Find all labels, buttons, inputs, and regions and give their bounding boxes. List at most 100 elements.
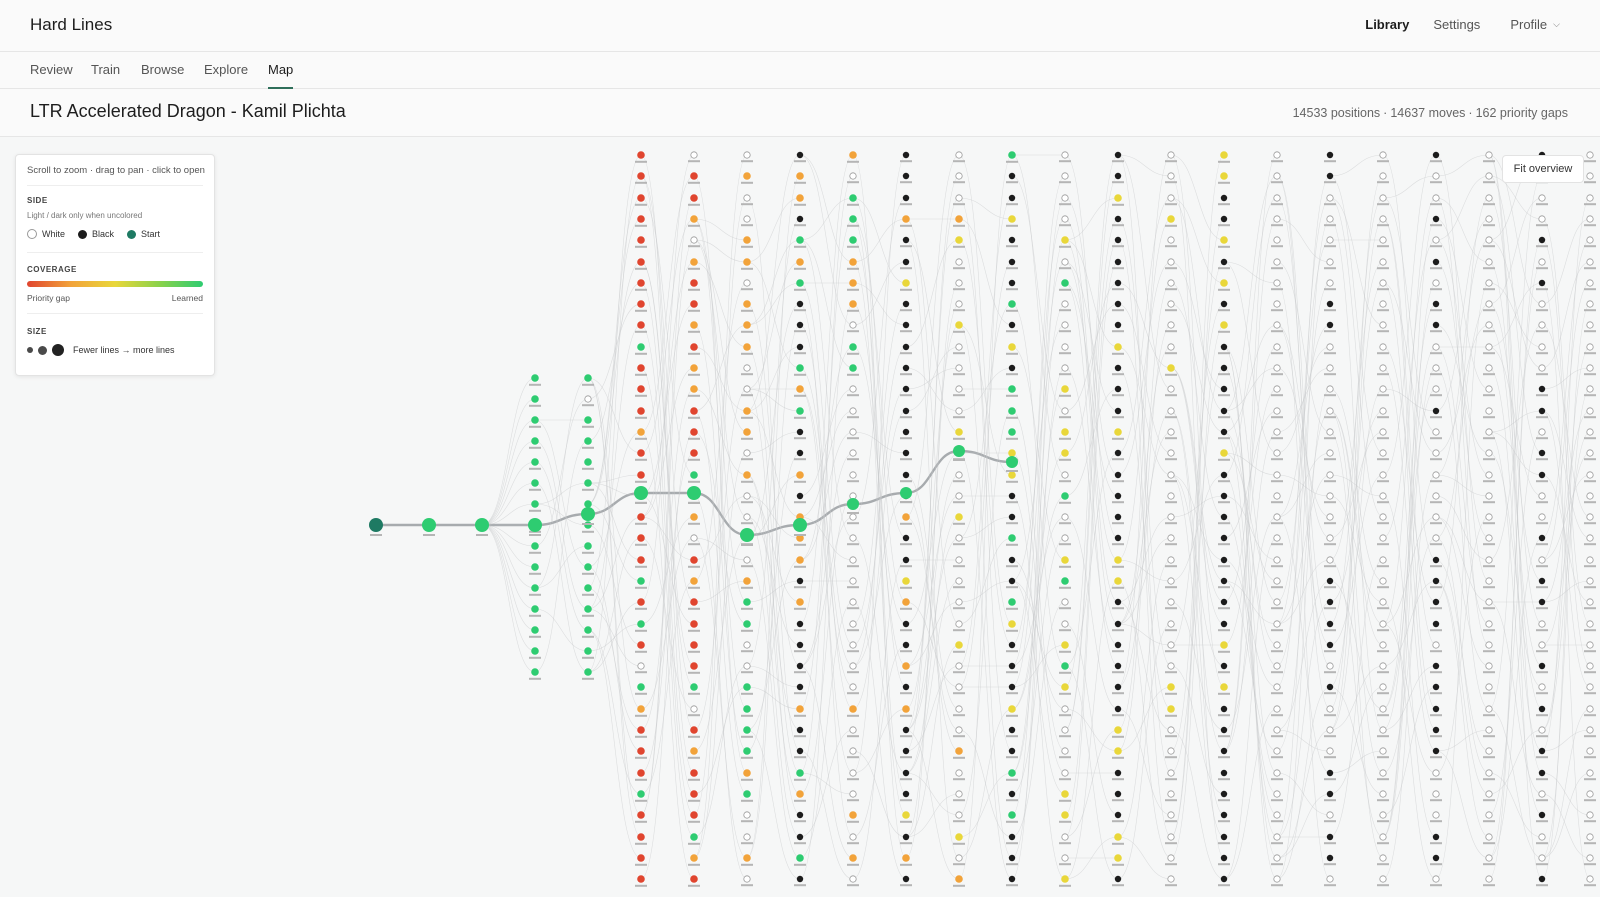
position-node[interactable] xyxy=(1167,683,1175,691)
position-node[interactable] xyxy=(1167,556,1175,564)
position-node[interactable] xyxy=(796,258,804,266)
position-node[interactable] xyxy=(1538,321,1546,329)
position-node[interactable] xyxy=(1167,321,1175,329)
position-node[interactable] xyxy=(1538,577,1546,585)
position-node[interactable] xyxy=(690,620,698,628)
position-node[interactable] xyxy=(637,279,645,287)
position-node[interactable] xyxy=(1008,343,1016,351)
position-node[interactable] xyxy=(743,279,751,287)
position-node[interactable] xyxy=(1326,194,1334,202)
position-node[interactable] xyxy=(796,236,804,244)
position-node[interactable] xyxy=(1061,407,1069,415)
position-node[interactable] xyxy=(690,407,698,415)
position-node[interactable] xyxy=(637,236,645,244)
position-node[interactable] xyxy=(1379,726,1387,734)
position-node[interactable] xyxy=(796,854,804,862)
position-node[interactable] xyxy=(1379,407,1387,415)
position-node[interactable] xyxy=(796,662,804,670)
position-node[interactable] xyxy=(849,151,857,159)
position-node[interactable] xyxy=(1485,854,1493,862)
position-node[interactable] xyxy=(1114,172,1122,180)
position-node[interactable] xyxy=(1061,641,1069,649)
position-node[interactable] xyxy=(955,343,963,351)
position-node[interactable] xyxy=(637,534,645,542)
position-node[interactable] xyxy=(1167,215,1175,223)
tab-map[interactable]: Map xyxy=(268,62,294,89)
position-node[interactable] xyxy=(584,437,592,445)
position-node[interactable] xyxy=(1586,407,1594,415)
position-node[interactable] xyxy=(902,300,910,308)
position-node[interactable] xyxy=(1586,343,1594,351)
position-node[interactable] xyxy=(1167,534,1175,542)
position-node[interactable] xyxy=(1485,194,1493,202)
position-node[interactable] xyxy=(1326,407,1334,415)
position-node[interactable] xyxy=(743,385,751,393)
position-node[interactable] xyxy=(1220,364,1228,372)
position-node[interactable] xyxy=(1326,321,1334,329)
position-node[interactable] xyxy=(690,726,698,734)
position-node[interactable] xyxy=(1273,343,1281,351)
position-node[interactable] xyxy=(1273,194,1281,202)
position-node[interactable] xyxy=(1538,428,1546,436)
position-node[interactable] xyxy=(1485,321,1493,329)
position-node[interactable] xyxy=(849,620,857,628)
position-node[interactable] xyxy=(1273,747,1281,755)
position-node[interactable] xyxy=(584,668,592,676)
position-node[interactable] xyxy=(1485,258,1493,266)
position-node[interactable] xyxy=(1485,215,1493,223)
position-node[interactable] xyxy=(743,662,751,670)
position-node[interactable] xyxy=(1114,747,1122,755)
position-node[interactable] xyxy=(1008,705,1016,713)
position-node[interactable] xyxy=(637,194,645,202)
position-node[interactable] xyxy=(690,428,698,436)
tab-explore[interactable]: Explore xyxy=(204,62,248,77)
position-node[interactable] xyxy=(1008,236,1016,244)
position-node[interactable] xyxy=(1326,428,1334,436)
position-node[interactable] xyxy=(1326,833,1334,841)
position-node[interactable] xyxy=(902,662,910,670)
position-node[interactable] xyxy=(1061,534,1069,542)
position-node[interactable] xyxy=(1538,534,1546,542)
position-node[interactable] xyxy=(796,471,804,479)
position-node[interactable] xyxy=(796,705,804,713)
position-node[interactable] xyxy=(1220,577,1228,585)
position-node[interactable] xyxy=(955,428,963,436)
position-node[interactable] xyxy=(690,449,698,457)
position-node[interactable] xyxy=(1326,662,1334,670)
position-node[interactable] xyxy=(1379,854,1387,862)
position-node[interactable] xyxy=(1008,385,1016,393)
position-node[interactable] xyxy=(1379,385,1387,393)
position-node[interactable] xyxy=(743,449,751,457)
position-node[interactable] xyxy=(1273,471,1281,479)
position-node[interactable] xyxy=(955,194,963,202)
position-node[interactable] xyxy=(637,620,645,628)
position-node[interactable] xyxy=(955,598,963,606)
position-node[interactable] xyxy=(1273,556,1281,564)
position-node[interactable] xyxy=(690,683,698,691)
position-node[interactable] xyxy=(1538,747,1546,755)
position-node[interactable] xyxy=(1326,364,1334,372)
position-node[interactable] xyxy=(796,279,804,287)
position-node[interactable] xyxy=(796,875,804,883)
position-node[interactable] xyxy=(1220,172,1228,180)
position-node[interactable] xyxy=(1220,194,1228,202)
position-node[interactable] xyxy=(1485,428,1493,436)
position-node[interactable] xyxy=(690,279,698,287)
position-node[interactable] xyxy=(955,641,963,649)
position-node[interactable] xyxy=(1538,343,1546,351)
position-node[interactable] xyxy=(1061,364,1069,372)
position-node[interactable] xyxy=(743,790,751,798)
position-node[interactable] xyxy=(1114,705,1122,713)
position-node[interactable] xyxy=(1432,172,1440,180)
opening-tree-map[interactable] xyxy=(0,137,1600,897)
position-node[interactable] xyxy=(1273,662,1281,670)
position-node[interactable] xyxy=(955,300,963,308)
position-node[interactable] xyxy=(1586,875,1594,883)
position-node[interactable] xyxy=(955,279,963,287)
position-node[interactable] xyxy=(796,172,804,180)
position-node[interactable] xyxy=(1220,449,1228,457)
brand-logo[interactable]: Hard Lines xyxy=(30,15,112,35)
position-node[interactable] xyxy=(1538,258,1546,266)
position-node[interactable] xyxy=(531,458,539,466)
position-node[interactable] xyxy=(1061,236,1069,244)
